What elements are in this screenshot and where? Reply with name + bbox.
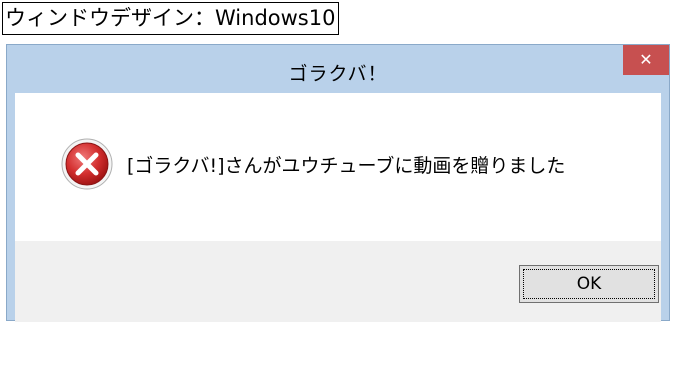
error-x-icon	[61, 138, 113, 190]
message-area: [ゴラクバ!]さんがユウチューブに動画を贈りました	[15, 93, 661, 241]
close-icon: ✕	[639, 50, 653, 69]
dialog-titlebar[interactable]: ゴラクバ！ ✕	[7, 45, 669, 93]
page-caption: ウィンドウデザイン：Windows10	[2, 2, 340, 35]
message-dialog: ゴラクバ！ ✕ [ゴラクバ!]さんがユウチューブに動画を贈りました OK	[6, 44, 670, 322]
dialog-title: ゴラクバ！	[288, 63, 388, 85]
ok-button-label: OK	[576, 274, 602, 294]
dialog-message: [ゴラクバ!]さんがユウチューブに動画を贈りました	[127, 155, 566, 177]
dialog-body: [ゴラクバ!]さんがユウチューブに動画を贈りました OK	[15, 93, 661, 322]
ok-button[interactable]: OK	[519, 265, 659, 303]
close-button[interactable]: ✕	[623, 45, 669, 75]
dialog-footer: OK	[15, 241, 661, 322]
